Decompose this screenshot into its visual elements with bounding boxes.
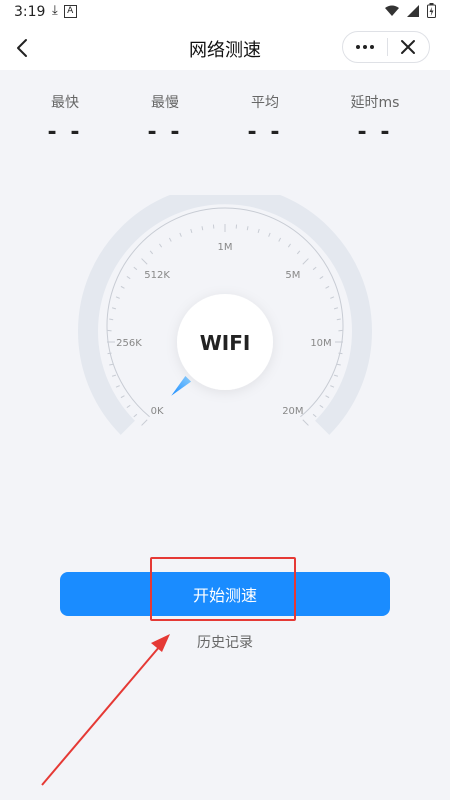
gauge-tick-label: 256K [116, 338, 142, 349]
gauge-tick-label: 512K [144, 270, 170, 281]
gauge-tick [312, 266, 317, 271]
gauge-tick [126, 276, 131, 280]
gauge-center-label: WIFI [200, 331, 251, 355]
mini-program-capsule [342, 31, 430, 63]
gauge-tick [201, 226, 204, 231]
stat-value: - - [47, 120, 83, 145]
gauge-tick-label: 20M [282, 406, 303, 417]
gauge-tick [325, 395, 330, 399]
gauge-tick [319, 404, 324, 408]
gauge-tick [149, 250, 154, 255]
navigation-bar: 网络测速 [0, 26, 450, 70]
highlight-box [150, 557, 296, 621]
gauge-tick-label: 10M [310, 338, 331, 349]
more-options-button[interactable] [343, 32, 387, 62]
notification-a-icon: A [63, 5, 77, 18]
wifi-icon [385, 5, 399, 16]
gauge-tick [120, 395, 125, 399]
gauge-tick [109, 318, 114, 321]
gauge-tick [268, 232, 271, 237]
gauge-tick [111, 374, 117, 377]
stat-value: - - [357, 120, 393, 145]
stat-label: 最慢 [151, 95, 179, 111]
history-link[interactable]: 历史记录 [0, 632, 450, 652]
gauge-tick [159, 243, 163, 248]
stat-label: 最快 [51, 95, 79, 111]
stat-latency: 延时ms - - [325, 92, 425, 145]
status-bar: 3:19 ⤓ A [0, 0, 450, 26]
gauge-needle [171, 375, 192, 396]
signal-icon [407, 4, 419, 17]
gauge-tick [115, 296, 120, 299]
stat-average: 平均 - - [215, 92, 315, 145]
gauge-tick [141, 419, 148, 426]
gauge-tick [133, 413, 138, 418]
more-dot-icon [362, 45, 367, 49]
gauge-tick [325, 285, 330, 289]
stat-label: 延时ms [350, 95, 400, 111]
gauge-tick [257, 228, 260, 234]
gauge-tick [168, 237, 172, 242]
close-icon [401, 40, 416, 54]
gauge-tick [330, 385, 335, 388]
gauge-tick [120, 285, 125, 289]
gauge-tick [336, 363, 341, 366]
gauge-tick [190, 228, 193, 234]
gauge-tick-label: 5M [285, 270, 300, 281]
gauge-tick [109, 363, 114, 366]
more-dot-icon [355, 45, 360, 49]
gauge-tick [115, 385, 120, 388]
stat-slowest: 最慢 - - [115, 92, 215, 145]
gauge-tick-label: 1M [218, 242, 233, 253]
gauge-tick [111, 307, 117, 310]
gauge-tick [278, 237, 282, 242]
gauge-tick [141, 258, 148, 265]
gauge-tick [333, 307, 339, 310]
speed-stats: 最快 - - 最慢 - - 平均 - - 延时ms - - [0, 92, 450, 162]
stat-value: - - [147, 120, 183, 145]
stat-fastest: 最快 - - [15, 92, 115, 145]
more-dot-icon [369, 45, 374, 49]
close-button[interactable] [387, 32, 429, 62]
gauge-tick [296, 250, 301, 255]
stat-label: 平均 [251, 95, 279, 111]
gauge-tick [319, 276, 324, 280]
gauge-tick [179, 232, 182, 237]
battery-icon [427, 3, 436, 18]
gauge-tick [133, 266, 138, 271]
gauge-tick [333, 374, 339, 377]
gauge-tick [336, 318, 341, 321]
gauge-tick-label: 0K [151, 406, 164, 417]
gauge-tick [330, 296, 335, 299]
gauge-tick [302, 419, 309, 426]
gauge-tick [302, 258, 309, 265]
gauge-tick [126, 404, 131, 408]
download-icon: ⤓ [52, 3, 58, 18]
stat-value: - - [247, 120, 283, 145]
speed-gauge: 0K 256K 512K 1M 5M 10M 20M WIFI [78, 195, 372, 435]
status-time: 3:19 [14, 4, 46, 20]
gauge-tick [246, 226, 249, 231]
gauge-tick [312, 413, 317, 418]
gauge-tick [287, 243, 291, 248]
